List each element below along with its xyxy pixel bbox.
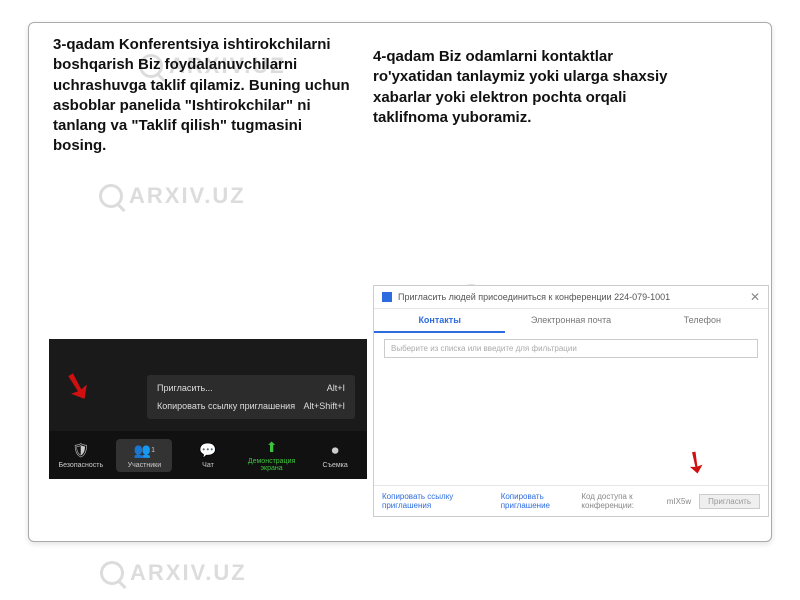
chat-button[interactable]: 💬 Чат [180,442,236,469]
popup-item-invite[interactable]: Пригласить... Alt+I [147,379,355,397]
zoom-screenshot: ➘ ➘ Пригласить... Alt+I Копировать ссылк… [49,339,367,479]
share-screen-button[interactable]: ⬆ Демонстрация экрана [244,438,300,472]
popup-item-shortcut: Alt+I [327,383,345,393]
toolbar-label: Участники [118,462,170,469]
close-icon[interactable]: ✕ [750,290,760,304]
contact-search-input[interactable]: Выберите из списка или введите для фильт… [384,339,758,358]
tab-phone[interactable]: Телефон [637,309,768,333]
conf-code-value: mIX5w [667,497,691,506]
popup-item-label: Копировать ссылку приглашения [157,401,295,411]
toolbar-label: Съемка [307,462,363,469]
zoom-toolbar: 🛡 Безопасность 👥1 Участники 💬 Чат ⬆ Демо… [49,431,367,479]
record-icon: ⏺ [326,442,344,460]
watermark: ARXIV.UZ [100,560,247,586]
popup-item-label: Пригласить... [157,383,213,393]
popup-item-copy-link[interactable]: Копировать ссылку приглашения Alt+Shift+… [147,397,355,415]
slide-frame: ARXIV.UZ ARXIV.UZ ARXIV.UZ ARXIV.UZ 3-qa… [28,22,772,542]
participants-icon: 👥1 [135,442,153,460]
share-screen-icon: ⬆ [263,438,281,456]
invite-popup-menu: Пригласить... Alt+I Копировать ссылку пр… [147,375,355,419]
security-button[interactable]: 🛡 Безопасность [53,442,109,469]
invite-tabs: Контакты Электронная почта Телефон [374,309,768,333]
step3-text: 3-qadam Konferentsiya ishtirokchilarni b… [53,35,353,157]
record-button[interactable]: ⏺ Съемка [307,442,363,469]
chat-icon: 💬 [199,442,217,460]
copy-invite-link[interactable]: Копировать приглашение [501,492,582,510]
invite-dialog-titlebar: Пригласить людей присоединиться к конфер… [374,286,768,309]
watermark: ARXIV.UZ [99,183,246,209]
copy-link-link[interactable]: Копировать ссылку приглашения [382,492,487,510]
invite-button[interactable]: Пригласить [699,494,760,509]
participants-button[interactable]: 👥1 Участники [116,439,172,472]
red-arrow-icon: ➘ [58,362,98,410]
conf-code-label: Код доступа к конференции: [581,492,658,510]
invite-footer: Копировать ссылку приглашения Копировать… [374,485,768,516]
invite-dialog: Пригласить людей присоединиться к конфер… [373,285,769,517]
shield-icon: 🛡 [72,442,90,460]
invite-body [374,364,768,484]
app-icon [382,292,392,302]
popup-item-shortcut: Alt+Shift+I [303,401,345,411]
toolbar-label: Демонстрация экрана [244,458,300,472]
step4-text: 4-qadam Biz odamlarni kontaktlar ro'yxat… [373,47,673,128]
toolbar-label: Чат [180,462,236,469]
dialog-title: Пригласить людей присоединиться к конфер… [398,292,670,302]
tab-email[interactable]: Электронная почта [505,309,636,333]
tab-contacts[interactable]: Контакты [374,309,505,333]
toolbar-label: Безопасность [53,462,109,469]
